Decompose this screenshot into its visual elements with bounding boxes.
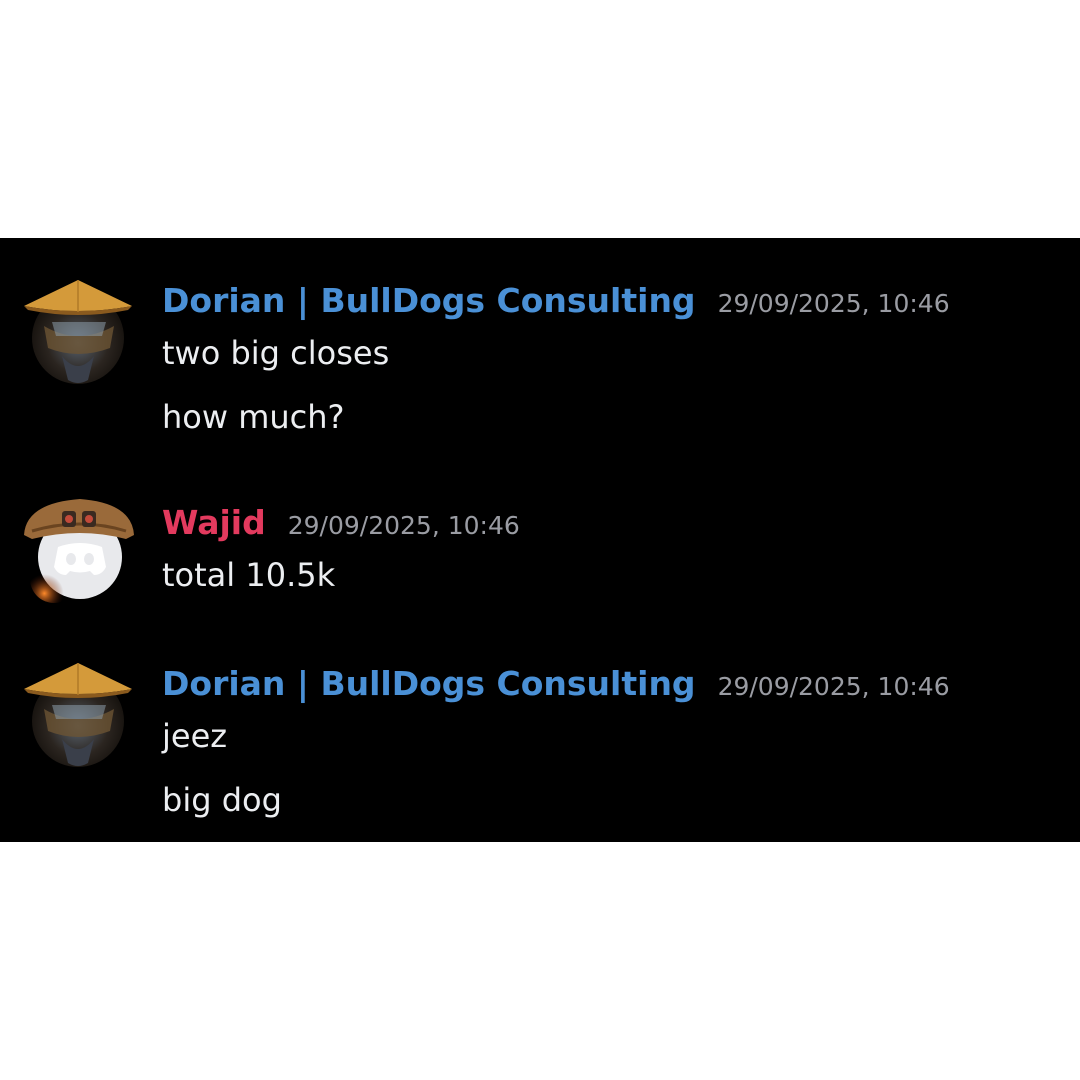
message-text: jeez: [162, 717, 228, 755]
avatar[interactable]: [22, 276, 134, 388]
username[interactable]: Dorian | BullDogs Consulting: [162, 280, 696, 322]
message-header: Dorian | BullDogs Consulting 29/09/2025,…: [162, 663, 950, 705]
straw-hat-avatar-icon: [24, 280, 132, 384]
timestamp: 29/09/2025, 10:46: [717, 289, 950, 318]
chat-panel: Dorian | BullDogs Consulting 29/09/2025,…: [0, 238, 1080, 842]
message-text: total 10.5k: [162, 556, 336, 594]
avatar[interactable]: [22, 491, 134, 603]
avatar[interactable]: [22, 659, 134, 771]
discord-logo-avatar-icon: [24, 499, 134, 603]
timestamp: 29/09/2025, 10:46: [287, 511, 520, 540]
username[interactable]: Wajid: [162, 502, 266, 544]
message-text: how much?: [162, 398, 345, 436]
message-header: Wajid 29/09/2025, 10:46: [162, 502, 520, 544]
message-text: big dog: [162, 781, 282, 819]
message-header: Dorian | BullDogs Consulting 29/09/2025,…: [162, 280, 950, 322]
username[interactable]: Dorian | BullDogs Consulting: [162, 663, 696, 705]
straw-hat-avatar-icon: [24, 663, 132, 767]
timestamp: 29/09/2025, 10:46: [717, 672, 950, 701]
message-text: two big closes: [162, 334, 390, 372]
